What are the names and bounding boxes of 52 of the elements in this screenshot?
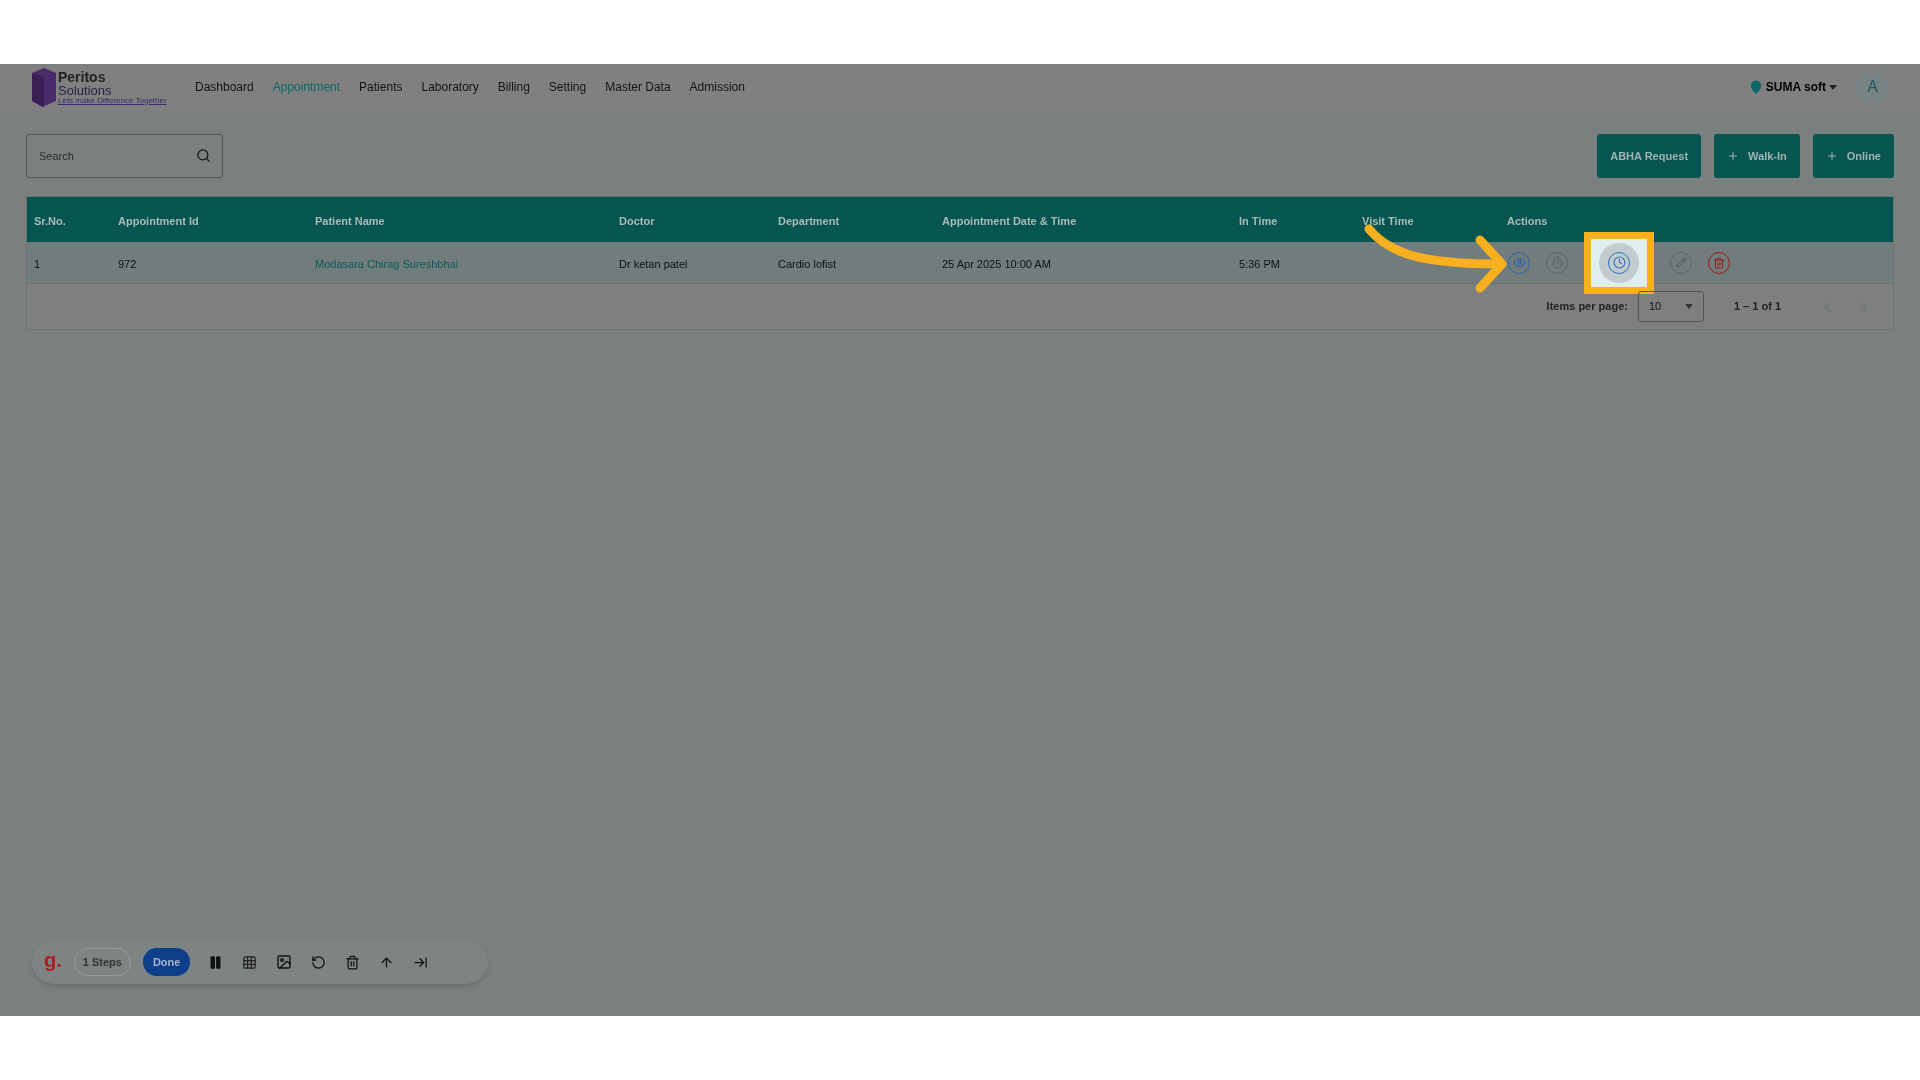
column-header: Actions xyxy=(1507,214,1548,227)
undo-icon xyxy=(311,954,327,970)
pencil-icon xyxy=(1675,257,1687,268)
eye-icon xyxy=(1512,256,1526,269)
plus-icon xyxy=(1727,150,1740,162)
nav-link[interactable]: Laboratory xyxy=(421,78,479,96)
nav-link[interactable]: Dashboard xyxy=(195,78,254,96)
search-icon xyxy=(196,148,211,163)
page-range: 1 – 1 of 1 xyxy=(1733,299,1781,315)
table-cell: 972 xyxy=(118,257,137,270)
column-header: Patient Name xyxy=(315,214,385,227)
column-header: Department xyxy=(778,214,840,227)
action-button[interactable]: ABHA Request xyxy=(1597,134,1702,178)
nav-link[interactable]: Master Data xyxy=(605,78,671,96)
image-icon xyxy=(276,954,293,970)
recorder-logo: g. xyxy=(44,950,62,973)
caret-icon xyxy=(1829,84,1837,90)
table-cell: 1 xyxy=(34,257,41,270)
page-size-select[interactable]: 10 xyxy=(1637,291,1704,322)
nav-link[interactable]: Setting xyxy=(548,78,587,96)
cube-icon xyxy=(30,67,56,107)
nav-link[interactable]: Billing xyxy=(497,78,530,96)
search-field[interactable]: Search xyxy=(26,134,223,178)
clock-button[interactable] xyxy=(1584,231,1654,294)
nav-link[interactable]: Admission xyxy=(689,78,745,96)
column-header: In Time xyxy=(1239,214,1278,227)
items-per-page-label: Items per page: xyxy=(1546,299,1628,315)
clock-icon xyxy=(1612,256,1626,269)
column-header: Appointment Id xyxy=(118,214,199,227)
column-header: Appointment Date & Time xyxy=(942,214,1077,227)
blur-icon xyxy=(242,954,258,970)
location-selector[interactable]: SUMA soft xyxy=(1748,78,1837,96)
delete-icon xyxy=(1713,256,1725,269)
plus-icon xyxy=(1825,150,1838,162)
done-button[interactable]: Done xyxy=(142,947,191,977)
column-header: Visit Time xyxy=(1362,214,1414,227)
logo-subtitle: Solutions xyxy=(58,83,113,97)
location-pin-icon xyxy=(1748,80,1763,94)
table-cell: Cardio lofist xyxy=(778,257,837,270)
table-cell: 5:36 PM xyxy=(1239,257,1280,270)
logo-tagline: Lets make Difference Together xyxy=(58,96,167,105)
caret-icon xyxy=(1684,304,1693,309)
table-cell: Dr ketan patel xyxy=(619,257,688,270)
action-button[interactable]: Online xyxy=(1812,134,1894,178)
nav-link[interactable]: Patients xyxy=(359,78,403,96)
column-header: Sr.No. xyxy=(34,214,66,227)
column-header: Doctor xyxy=(619,214,655,227)
table-cell: 25 Apr 2025 10:00 AM xyxy=(942,257,1051,270)
logo-name: Peritos xyxy=(58,69,107,84)
action-button[interactable]: Walk-In xyxy=(1714,134,1800,178)
delete-icon xyxy=(345,954,361,970)
pause-icon xyxy=(208,954,224,970)
